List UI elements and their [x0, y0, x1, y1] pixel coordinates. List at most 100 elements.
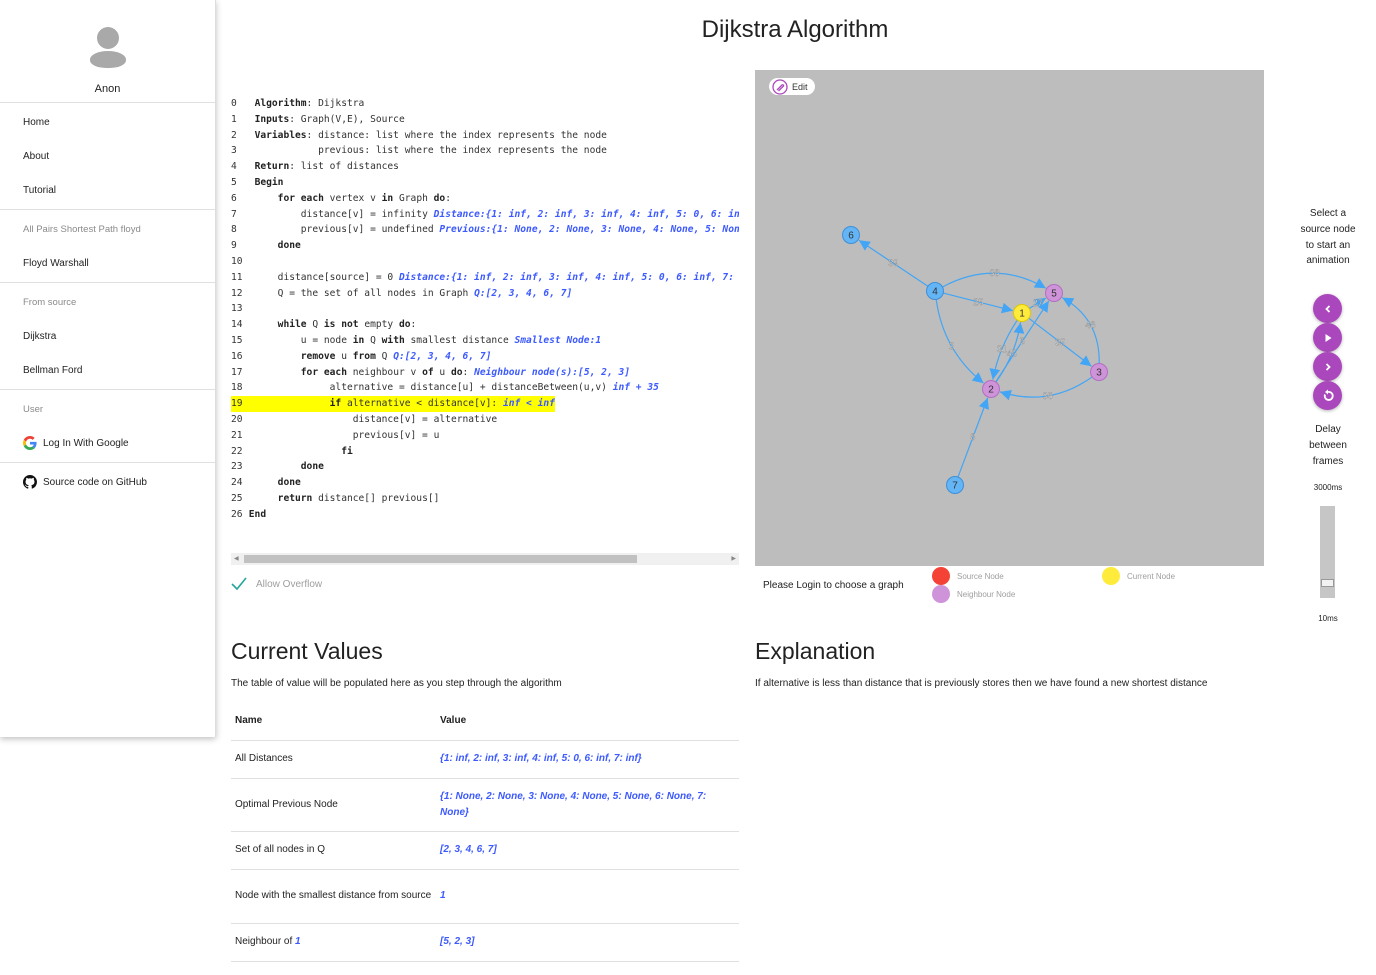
sidebar-item-github[interactable]: Source code on GitHub [0, 465, 215, 499]
code-keyword: of [422, 366, 434, 378]
delay-slider-thumb[interactable] [1321, 579, 1334, 588]
nav-group-github: Source code on GitHub [0, 463, 215, 501]
edge-weight-label: 31 [997, 344, 1007, 354]
previous-step-button[interactable] [1313, 294, 1342, 323]
explanation-title: Explanation [755, 638, 876, 664]
sidebar-item-floyd-warshall[interactable]: Floyd Warshall [0, 246, 215, 280]
graph-svg[interactable]: 393825227313545548358 1234 567 [755, 70, 1264, 566]
code-line: 18 alternative = distance[u] + distanceB… [231, 380, 739, 396]
code-line: 10 [231, 254, 739, 270]
edit-label: Edit [792, 81, 808, 92]
current-values-table: Name Value All Distances {1: inf, 2: inf… [231, 702, 739, 962]
graph-node[interactable]: 3 [1090, 363, 1108, 381]
code-text: vertex v [323, 192, 382, 204]
graph-node-label: 7 [952, 481, 958, 492]
graph-node-label: 6 [848, 231, 854, 242]
allow-overflow-toggle[interactable]: Allow Overflow [231, 577, 322, 591]
code-runtime-value: Neighbour node(s):[5, 2, 3] [474, 366, 631, 378]
edge-weight-label: 35 [1043, 391, 1053, 401]
table-header-row: Name Value [231, 702, 739, 741]
sidebar-item-bellman-ford[interactable]: Bellman Ford [0, 353, 215, 387]
graph-node[interactable]: 2 [982, 380, 1000, 398]
legend-source-label: Source Node [957, 571, 1004, 581]
github-icon [23, 475, 37, 489]
line-number: 9 [231, 240, 237, 252]
sidebar-item-google-login[interactable]: Log In With Google [0, 426, 215, 460]
code-line: 12 Q = the set of all nodes in Graph Q:[… [231, 286, 739, 302]
code-horizontal-scrollbar[interactable]: ◀ ▶ [231, 553, 739, 565]
current-values-title: Current Values [231, 638, 383, 664]
page-title: Dijkstra Algorithm [701, 16, 889, 43]
code-text: : distance: list where the index represe… [306, 129, 607, 141]
nav-group-from-source: From source Dijkstra Bellman Ford [0, 283, 215, 390]
code-text: u [335, 350, 353, 362]
sidebar-item-home[interactable]: Home [0, 105, 215, 139]
code-line: 1 Inputs: Graph(V,E), Source [231, 112, 739, 128]
code-line: 11 distance[source] = 0 Distance:{1: inf… [231, 270, 739, 286]
edge-weight-label: 39 [888, 258, 898, 268]
code-runtime-value: Previous:{1: None, 2: None, 3: None, 4: … [439, 224, 739, 236]
graph-node[interactable]: 1 [1013, 304, 1031, 322]
edge-weight-label: 48 [1085, 320, 1095, 330]
line-number: 3 [231, 145, 237, 157]
sidebar-item-tutorial[interactable]: Tutorial [0, 173, 215, 207]
code-text: neighbour v [346, 366, 423, 378]
scroll-left-arrow-icon[interactable]: ◀ [234, 553, 239, 565]
graph-node[interactable]: 5 [1045, 284, 1063, 302]
code-line: 4 Return: list of distances [231, 159, 739, 175]
code-text: empty [358, 319, 399, 331]
graph-node[interactable]: 6 [842, 226, 860, 244]
line-number: 21 [231, 429, 243, 441]
graph-node[interactable]: 4 [926, 282, 944, 300]
google-login-label: Log In With Google [43, 437, 129, 449]
code-text: : list of distances [289, 161, 399, 173]
code-line: 22 fi [231, 444, 739, 460]
row-name: Set of all nodes in Q [231, 831, 436, 870]
code-keyword: remove [300, 350, 336, 362]
legend-source-node: Source Node [932, 567, 1004, 585]
row-value: 1 [436, 869, 739, 924]
sidebar-item-dijkstra[interactable]: Dijkstra [0, 319, 215, 353]
graph-node-label: 3 [1096, 368, 1102, 379]
code-runtime-value: inf < inf [502, 398, 555, 410]
line-number: 17 [231, 366, 243, 378]
line-number: 26 [231, 508, 243, 520]
code-text: previous[v] = undefined [300, 224, 440, 236]
checkmark-icon [231, 577, 247, 591]
code-keyword: done [300, 461, 324, 473]
delay-max-label: 3000ms [1313, 483, 1343, 492]
code-text: alternative < distance[v]: [341, 398, 503, 410]
graph-canvas[interactable]: 39 38 25 2 27 31 35 45 5 48 35 8 1234567 Edit [755, 70, 1264, 566]
animation-hint: Select a source node to start an animati… [1300, 208, 1356, 267]
delay-slider[interactable] [1320, 506, 1335, 598]
edge-weight-label: 38 [990, 268, 1000, 278]
code-runtime-value: Smallest Node:1 [514, 334, 602, 346]
line-number: 20 [231, 413, 243, 425]
sidebar-subheader-user: User [23, 403, 44, 415]
code-text: : [462, 366, 475, 378]
scrollbar-thumb[interactable] [244, 555, 637, 563]
code-line: 8 previous[v] = undefined Previous:{1: N… [231, 222, 739, 238]
avatar-icon [89, 27, 127, 71]
edit-graph-button[interactable]: Edit [769, 78, 815, 95]
scroll-right-arrow-icon[interactable]: ▶ [731, 553, 736, 565]
sidebar-item-about[interactable]: About [0, 139, 215, 173]
edit-pencil-icon [772, 78, 788, 95]
line-number: 15 [231, 334, 243, 346]
code-runtime-value: Q:[2, 3, 4, 6, 7] [474, 287, 573, 299]
code-text: Q [306, 319, 324, 331]
graph-node[interactable]: 7 [946, 476, 964, 494]
delay-label: Delay between frames [1309, 424, 1347, 467]
reset-button[interactable] [1313, 381, 1342, 410]
line-number: 4 [231, 161, 237, 173]
play-button[interactable] [1313, 323, 1342, 352]
next-step-button[interactable] [1313, 352, 1342, 381]
edge-weight-label: 35 [1055, 337, 1065, 347]
line-number: 16 [231, 350, 243, 362]
replay-icon [1323, 389, 1334, 401]
code-keyword: done [277, 240, 301, 252]
code-keyword: done [277, 477, 301, 489]
